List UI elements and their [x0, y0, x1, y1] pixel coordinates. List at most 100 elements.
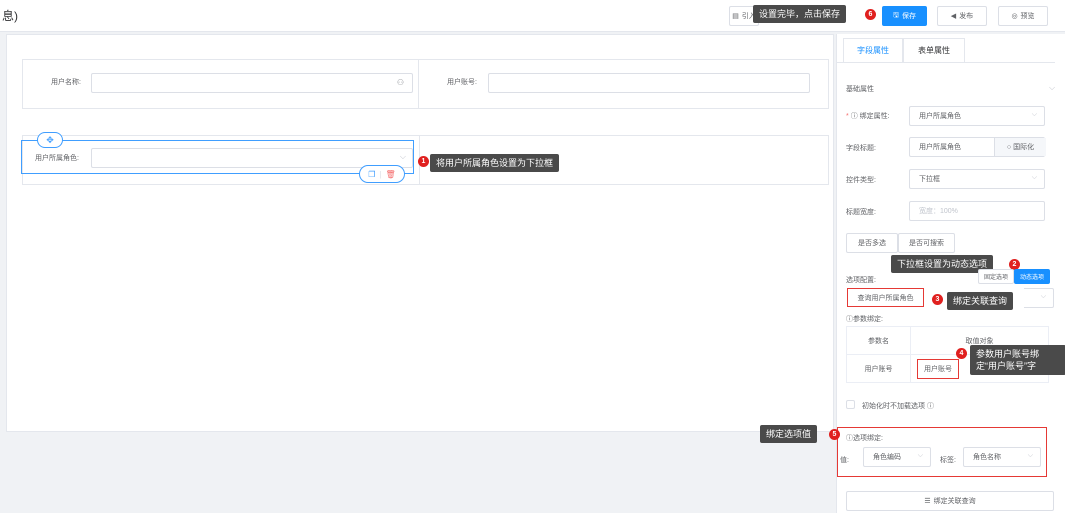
user-name-label: 用户名称: — [51, 79, 81, 86]
value-label: 值: — [840, 457, 849, 464]
field-title-value: 用户所属角色 — [919, 144, 961, 151]
title-width-placeholder: 宽度：100% — [919, 208, 958, 215]
user-role-cell: ✥ 用户所属角色: ⌵ ❐ | 🗑 — [21, 132, 419, 184]
init-no-load-checkbox[interactable] — [846, 400, 855, 409]
user-account-label: 用户账号: — [447, 79, 477, 86]
delete-icon[interactable]: 🗑 — [386, 170, 396, 179]
param-row-value[interactable]: 用户账号 — [917, 358, 959, 379]
control-type-label: 控件类型: — [846, 177, 876, 184]
searchable-label: 是否可搜索 — [909, 240, 944, 247]
tab-form-properties[interactable]: 表单属性 — [903, 38, 965, 62]
user-name-cell: 用户名称: ⚇ — [23, 60, 419, 108]
publish-label: 发布 — [959, 13, 974, 20]
param-bind-label: ⓘ参数绑定: — [846, 314, 883, 324]
tabs-divider — [837, 62, 1055, 63]
searchable-toggle[interactable]: 是否可搜索 — [898, 233, 955, 253]
user-picker-icon: ⚇ — [396, 78, 404, 87]
query-highlight: 查询用户所属角色 — [847, 288, 924, 307]
title-width-input[interactable]: 宽度：100% — [909, 201, 1045, 221]
label-label: 标签: — [940, 457, 956, 464]
bind-attr-select[interactable]: 用户所属角色 ⌵ — [909, 106, 1045, 126]
save-button[interactable]: 🖫 保存 — [882, 6, 927, 26]
param-bind-text: 参数绑定: — [853, 316, 883, 323]
user-account-input[interactable] — [488, 73, 810, 93]
tooltip-option-value-hint: 绑定选项值 — [760, 425, 818, 444]
chevron-down-icon: ⌵ — [917, 452, 923, 459]
static-option-button[interactable]: 固定选项 — [978, 269, 1014, 284]
required-mark: * — [846, 113, 849, 120]
label-select[interactable]: 角色名称 ⌵ — [963, 447, 1041, 467]
badge-1: 1 — [418, 156, 429, 167]
query-select-suffix: ⌵ — [1024, 288, 1054, 308]
form-row-1: 用户名称: ⚇ 用户账号: — [22, 59, 829, 109]
dynamic-option-label: 动态选项 — [1019, 275, 1044, 281]
eye-icon: ◎ — [1011, 13, 1018, 20]
divider: | — [379, 169, 382, 179]
tooltip-param-line1: 参数用户账号绑 — [976, 349, 1040, 359]
import-icon: ▤ — [732, 13, 739, 20]
init-no-load-label: 初始化时不加载选项 ⓘ — [862, 401, 934, 411]
help-icon: ⓘ — [846, 316, 853, 323]
multi-select-toggle[interactable]: 是否多选 — [846, 233, 898, 253]
bind-query-label: 绑定关联查询 — [933, 498, 976, 505]
badge-4: 4 — [956, 348, 967, 359]
badge-6: 6 — [865, 9, 876, 20]
user-name-input[interactable]: ⚇ — [91, 73, 413, 93]
multi-select-label: 是否多选 — [858, 240, 886, 247]
control-type-value: 下拉框 — [919, 176, 940, 183]
init-no-load-text: 初始化时不加载选项 — [862, 403, 925, 410]
bind-query-button[interactable]: ☰ 绑定关联查询 — [846, 491, 1054, 511]
search-icon: ○ — [1006, 143, 1012, 151]
control-type-select[interactable]: 下拉框 ⌵ — [909, 169, 1045, 189]
bind-attr-text: 绑定属性: — [859, 113, 890, 120]
chevron-down-icon: ⌵ — [1040, 293, 1046, 300]
chevron-down-icon: ⌵ — [1031, 111, 1037, 118]
section-basic-title: 基础属性 — [846, 86, 874, 93]
tooltip-save-hint: 设置完毕，点击保存 — [753, 5, 847, 24]
field-action-group: ❐ | 🗑 — [359, 165, 405, 183]
help-icon: ⓘ — [926, 403, 934, 410]
help-icon: ⓘ — [850, 113, 858, 120]
value-select-text: 角色编码 — [873, 454, 901, 461]
query-value: 查询用户所属角色 — [857, 294, 914, 302]
save-icon: 🖫 — [893, 11, 899, 19]
tooltip-bind-query-hint: 绑定关联查询 — [947, 292, 1014, 311]
tab-field-properties[interactable]: 字段属性 — [843, 38, 903, 62]
properties-panel: 字段属性 表单属性 基础属性 ⌵ * ⓘ 绑定属性: 用户所属角色 ⌵ 字段标题… — [836, 34, 1065, 513]
bind-attr-value: 用户所属角色 — [919, 113, 961, 120]
page-title: 息) — [2, 9, 18, 23]
bind-attr-label: * ⓘ 绑定属性: — [846, 111, 890, 121]
form-canvas: 用户名称: ⚇ 用户账号: ✥ 用户所属角色: ⌵ ❐ | 🗑 1 将用户所属角… — [6, 34, 834, 432]
send-icon: ◀ — [950, 13, 957, 20]
badge-3: 3 — [932, 294, 943, 305]
chevron-down-icon: ⌵ — [399, 152, 406, 161]
option-config-label: 选项配置: — [846, 277, 876, 284]
drag-move-icon[interactable]: ✥ — [37, 132, 63, 148]
i18n-button[interactable]: ○ 国际化 — [994, 138, 1046, 156]
dynamic-option-button[interactable]: 动态选项 — [1014, 269, 1050, 284]
tooltip-param-line2: 定“用户账号”字 — [976, 361, 1036, 372]
preview-button[interactable]: ◎ 预览 — [998, 6, 1048, 26]
option-bind-text: 选项绑定: — [853, 435, 883, 442]
collapse-icon[interactable]: ⌵ — [1049, 83, 1055, 93]
chevron-down-icon: ⌵ — [1031, 174, 1037, 181]
list-icon: ☰ — [924, 498, 931, 505]
label-select-text: 角色名称 — [973, 454, 1001, 461]
title-width-label: 标题宽度: — [846, 209, 876, 216]
tooltip-param-hint: 参数用户账号绑 定“用户账号”字 — [970, 345, 1065, 376]
param-row-name: 用户账号 — [846, 354, 911, 383]
i18n-label: 国际化 — [1013, 144, 1035, 151]
param-header-name: 参数名 — [846, 326, 911, 355]
tooltip-dropdown-hint: 将用户所属角色设置为下拉框 — [430, 154, 560, 173]
preview-label: 预览 — [1020, 13, 1035, 20]
field-title-input[interactable]: 用户所属角色 ○ 国际化 — [909, 137, 1046, 157]
copy-icon[interactable]: ❐ — [368, 170, 375, 179]
chevron-down-icon: ⌵ — [1027, 452, 1033, 459]
option-bind-label: ⓘ选项绑定: — [846, 433, 883, 443]
badge-5: 5 — [829, 429, 840, 440]
user-role-label: 用户所属角色: — [35, 155, 79, 162]
top-toolbar: 息) ▤ 引入 设置完毕，点击保存 6 🖫 保存 ◀ 发布 ◎ 预览 — [0, 0, 1065, 32]
user-account-cell: 用户账号: — [419, 60, 829, 108]
publish-button[interactable]: ◀ 发布 — [937, 6, 987, 26]
value-select[interactable]: 角色编码 ⌵ — [863, 447, 931, 467]
